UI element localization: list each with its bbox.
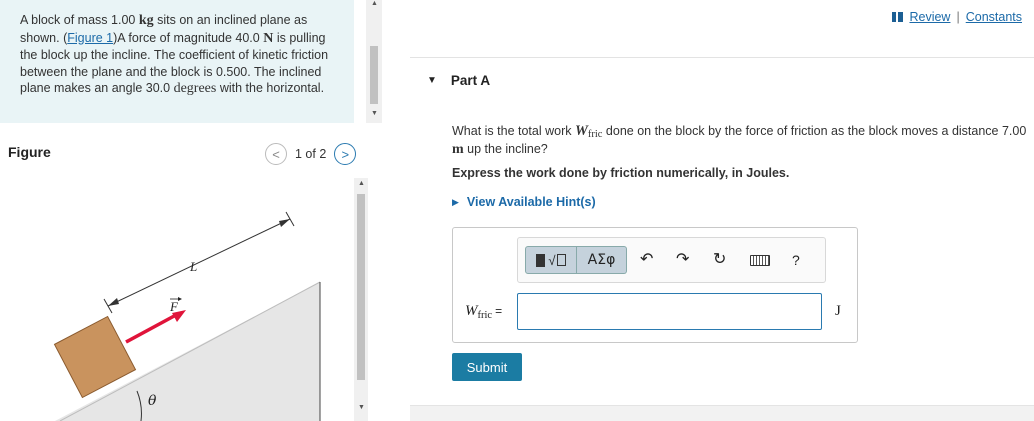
expand-triangle-icon: ▶ <box>452 196 459 207</box>
problem-scrollbar[interactable]: ▲ ▼ <box>366 0 382 123</box>
problem-text: with the horizontal. <box>216 81 325 95</box>
problem-statement: A block of mass 1.00 kg sits on an incli… <box>0 0 354 123</box>
scroll-down-icon[interactable]: ▼ <box>371 110 378 117</box>
answer-unit: J <box>835 303 841 319</box>
right-pane: Review | Constants ▼ Part A What is the … <box>410 0 1034 421</box>
divider <box>410 57 1034 58</box>
review-link[interactable]: Review <box>909 10 950 24</box>
equals-sign: = <box>495 304 503 318</box>
answer-area: √ ΑΣφ ↶ ↷ ↻ ? Wfric = J <box>452 227 858 343</box>
label-theta: θ <box>148 393 157 409</box>
greek-symbols-button[interactable]: ΑΣφ <box>577 246 627 274</box>
link-separator: | <box>956 10 960 24</box>
part-a-header[interactable]: ▼ Part A <box>427 73 490 88</box>
question-part: up the incline? <box>463 142 548 156</box>
force-unit: N <box>263 30 274 46</box>
label-F: F <box>169 299 179 314</box>
problem-text: )A force of magnitude <box>113 30 236 45</box>
reset-icon[interactable]: ↻ <box>713 250 726 270</box>
filled-square-icon <box>536 253 546 267</box>
top-links: Review | Constants <box>892 10 1022 24</box>
mass-unit: kg <box>138 13 154 28</box>
figure-page-indicator: 1 of 2 <box>295 147 327 161</box>
review-bars-icon <box>892 12 904 22</box>
figure-link[interactable]: Figure 1 <box>67 31 113 45</box>
scroll-thumb[interactable] <box>357 194 365 380</box>
toolbar-button-group: √ ΑΣφ <box>525 246 627 274</box>
question-text: What is the total work Wfric done on the… <box>452 123 1032 158</box>
help-button[interactable]: ? <box>792 250 800 270</box>
math-toolbar: √ ΑΣφ ↶ ↷ ↻ ? <box>517 237 826 283</box>
undo-icon[interactable]: ↶ <box>640 250 653 270</box>
incline-diagram: L F θ <box>53 211 321 421</box>
distance-arrowhead-end <box>279 219 290 227</box>
force-arrow <box>125 313 177 344</box>
answer-input[interactable] <box>517 293 822 330</box>
scroll-up-icon[interactable]: ▲ <box>371 0 378 7</box>
figure-pager: < 1 of 2 > <box>265 143 357 165</box>
next-figure-button[interactable]: > <box>334 143 357 165</box>
redo-icon[interactable]: ↷ <box>676 250 689 270</box>
question-part: What is the total work <box>452 124 575 138</box>
templates-button[interactable]: √ <box>525 246 577 274</box>
work-subscript: fric <box>587 129 603 140</box>
scroll-down-icon[interactable]: ▼ <box>358 404 365 411</box>
distance-line <box>107 218 291 307</box>
keyboard-icon[interactable] <box>750 252 770 272</box>
radical-icon: √ <box>548 252 556 268</box>
scroll-thumb[interactable] <box>370 46 378 104</box>
figure-heading: Figure <box>8 144 51 160</box>
answer-variable-label: Wfric = <box>465 303 502 321</box>
prev-figure-button[interactable]: < <box>265 143 287 165</box>
force-value: 40.0 <box>235 30 260 45</box>
label-L: L <box>189 259 197 274</box>
empty-square-icon <box>556 254 566 266</box>
left-pane: A block of mass 1.00 kg sits on an incli… <box>0 0 382 421</box>
angle-unit: degrees <box>173 81 217 96</box>
label-F-vector-head <box>178 297 182 301</box>
answer-var: W <box>465 303 478 319</box>
answer-instruction: Express the work done by friction numeri… <box>452 166 790 180</box>
mass-value: 1.00 <box>111 13 136 27</box>
submit-button[interactable]: Submit <box>452 353 522 381</box>
distance-unit: m <box>452 142 464 157</box>
bottom-bar <box>410 405 1034 421</box>
problem-text: A block of mass <box>20 13 112 27</box>
collapse-triangle-icon[interactable]: ▼ <box>427 75 437 86</box>
scroll-up-icon[interactable]: ▲ <box>358 180 365 187</box>
hints-toggle[interactable]: ▶ View Available Hint(s) <box>452 195 596 209</box>
work-symbol: W <box>574 123 588 139</box>
answer-subscript: fric <box>477 310 493 321</box>
constants-link[interactable]: Constants <box>966 10 1022 24</box>
part-title: Part A <box>450 73 491 88</box>
distance-arrowhead-start <box>108 298 119 306</box>
question-part: done on the block by the force of fricti… <box>602 124 1027 138</box>
hints-label: View Available Hint(s) <box>466 195 596 209</box>
figure-scrollbar[interactable]: ▲ ▼ <box>354 178 368 421</box>
